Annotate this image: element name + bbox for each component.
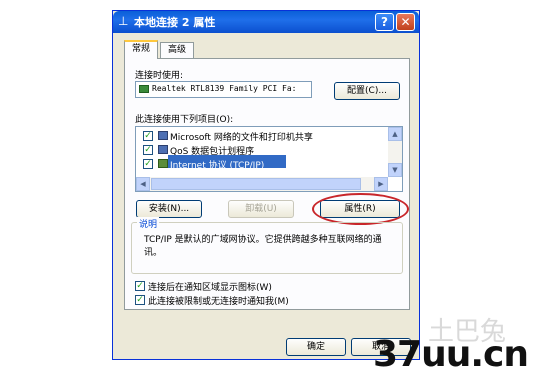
description-title: 说明 — [137, 217, 160, 230]
scroll-left-arrow-icon[interactable]: ◀ — [136, 177, 150, 191]
notify-checkbox[interactable]: ✓ — [135, 295, 145, 305]
list-item[interactable]: Microsoft 网络的文件和打印机共享 — [170, 130, 313, 143]
connect-using-label: 连接时使用: — [135, 71, 184, 81]
components-label: 此连接使用下列项目(O): — [135, 115, 234, 125]
show-icon-label[interactable]: 连接后在通知区域显示图标(W) — [148, 280, 272, 293]
site-watermark: 37uu.cn — [373, 334, 529, 375]
notify-label[interactable]: 此连接被限制或无连接时通知我(M) — [148, 294, 289, 307]
adapter-name: Realtek RTL8139 Family PCI Fa: — [152, 84, 297, 93]
ok-button[interactable]: 确定 — [286, 338, 346, 356]
description-text: TCP/IP 是默认的广域网协议。它提供跨越多种互联网络的通讯。 — [144, 235, 382, 258]
network-service-icon — [158, 131, 168, 140]
configure-button[interactable]: 配置(C)... — [334, 82, 400, 100]
list-item-selected[interactable]: Internet 协议 (TCP/IP) — [170, 158, 264, 171]
tab-advanced[interactable]: 高级 — [160, 42, 194, 58]
scroll-down-arrow-icon[interactable]: ▼ — [388, 163, 402, 177]
checkbox-tcpip[interactable]: ✓ — [143, 159, 153, 169]
highlight-circle — [312, 193, 409, 225]
horizontal-scroll-thumb[interactable] — [151, 178, 361, 190]
network-connection-icon: ⊥ — [118, 14, 129, 28]
scroll-right-arrow-icon[interactable]: ▶ — [374, 177, 388, 191]
checkbox-file-printer-sharing[interactable]: ✓ — [143, 131, 153, 141]
network-adapter-icon — [139, 85, 149, 93]
scroll-up-arrow-icon[interactable]: ▲ — [388, 127, 402, 141]
checkbox-qos[interactable]: ✓ — [143, 145, 153, 155]
tab-general[interactable]: 常规 — [124, 40, 158, 59]
install-button[interactable]: 安装(N)... — [136, 200, 202, 218]
network-protocol-icon — [158, 159, 168, 168]
close-button[interactable]: ✕ — [396, 13, 415, 31]
window-title: 本地连接 2 属性 — [134, 16, 216, 29]
show-icon-checkbox[interactable]: ✓ — [135, 281, 145, 291]
uninstall-button[interactable]: 卸载(U) — [228, 200, 294, 218]
help-button[interactable]: ? — [375, 13, 394, 31]
network-service-icon — [158, 145, 168, 154]
